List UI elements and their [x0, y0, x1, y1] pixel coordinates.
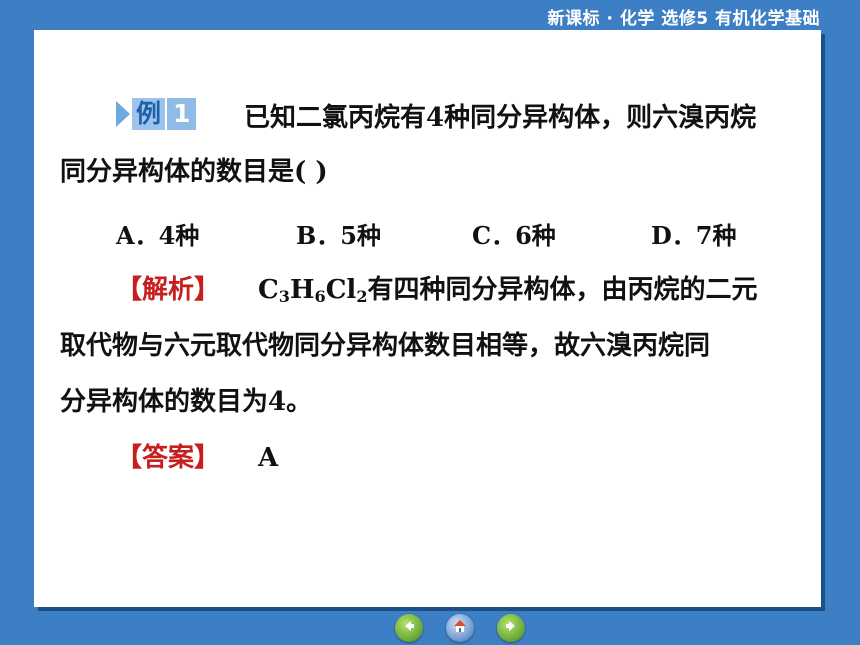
- analysis-line-3: 分异构体的数目为4。: [60, 387, 313, 417]
- analysis-line-1: 【解析】 C3H6Cl2有四种同分异构体，由丙烷的二元: [116, 272, 758, 315]
- example-label: 例: [132, 98, 166, 130]
- header-title: 新课标 · 化学 选修5 有机化学基础: [547, 9, 820, 29]
- option-b: B．5种: [296, 221, 381, 250]
- prev-slide-button[interactable]: [395, 614, 423, 642]
- option-d: D．7种: [651, 221, 737, 250]
- forward-arrow-icon: [503, 618, 519, 638]
- analysis-line-2: 取代物与六元取代物同分异构体数目相等，故六溴丙烷同: [60, 331, 711, 361]
- analysis-line-1-rest: 有四种同分异构体，由丙烷的二元: [367, 275, 758, 305]
- answer-tag: 【答案】: [116, 443, 221, 473]
- home-icon: [452, 618, 468, 638]
- slide-content: 例 1 已知二氯丙烷有4种同分异构体，则六溴丙烷 同分异构体的数目是( ) A．…: [34, 30, 821, 607]
- example-badge: 例 1: [116, 98, 197, 130]
- answer-line: 【答案】 A: [116, 440, 278, 476]
- example-number: 1: [167, 98, 197, 130]
- option-a: A．4种: [116, 221, 200, 250]
- back-arrow-icon: [401, 618, 417, 638]
- analysis-tag: 【解析】: [116, 275, 221, 305]
- answer-value: A: [258, 443, 279, 473]
- formula: C3H6Cl2: [258, 275, 368, 307]
- badge-arrow-icon: [116, 101, 130, 127]
- question-line-2: 同分异构体的数目是( ): [60, 157, 328, 187]
- option-c: C．6种: [472, 221, 556, 250]
- home-button[interactable]: [446, 614, 474, 642]
- next-slide-button[interactable]: [497, 614, 525, 642]
- question-line-1: 已知二氯丙烷有4种同分异构体，则六溴丙烷: [244, 103, 757, 133]
